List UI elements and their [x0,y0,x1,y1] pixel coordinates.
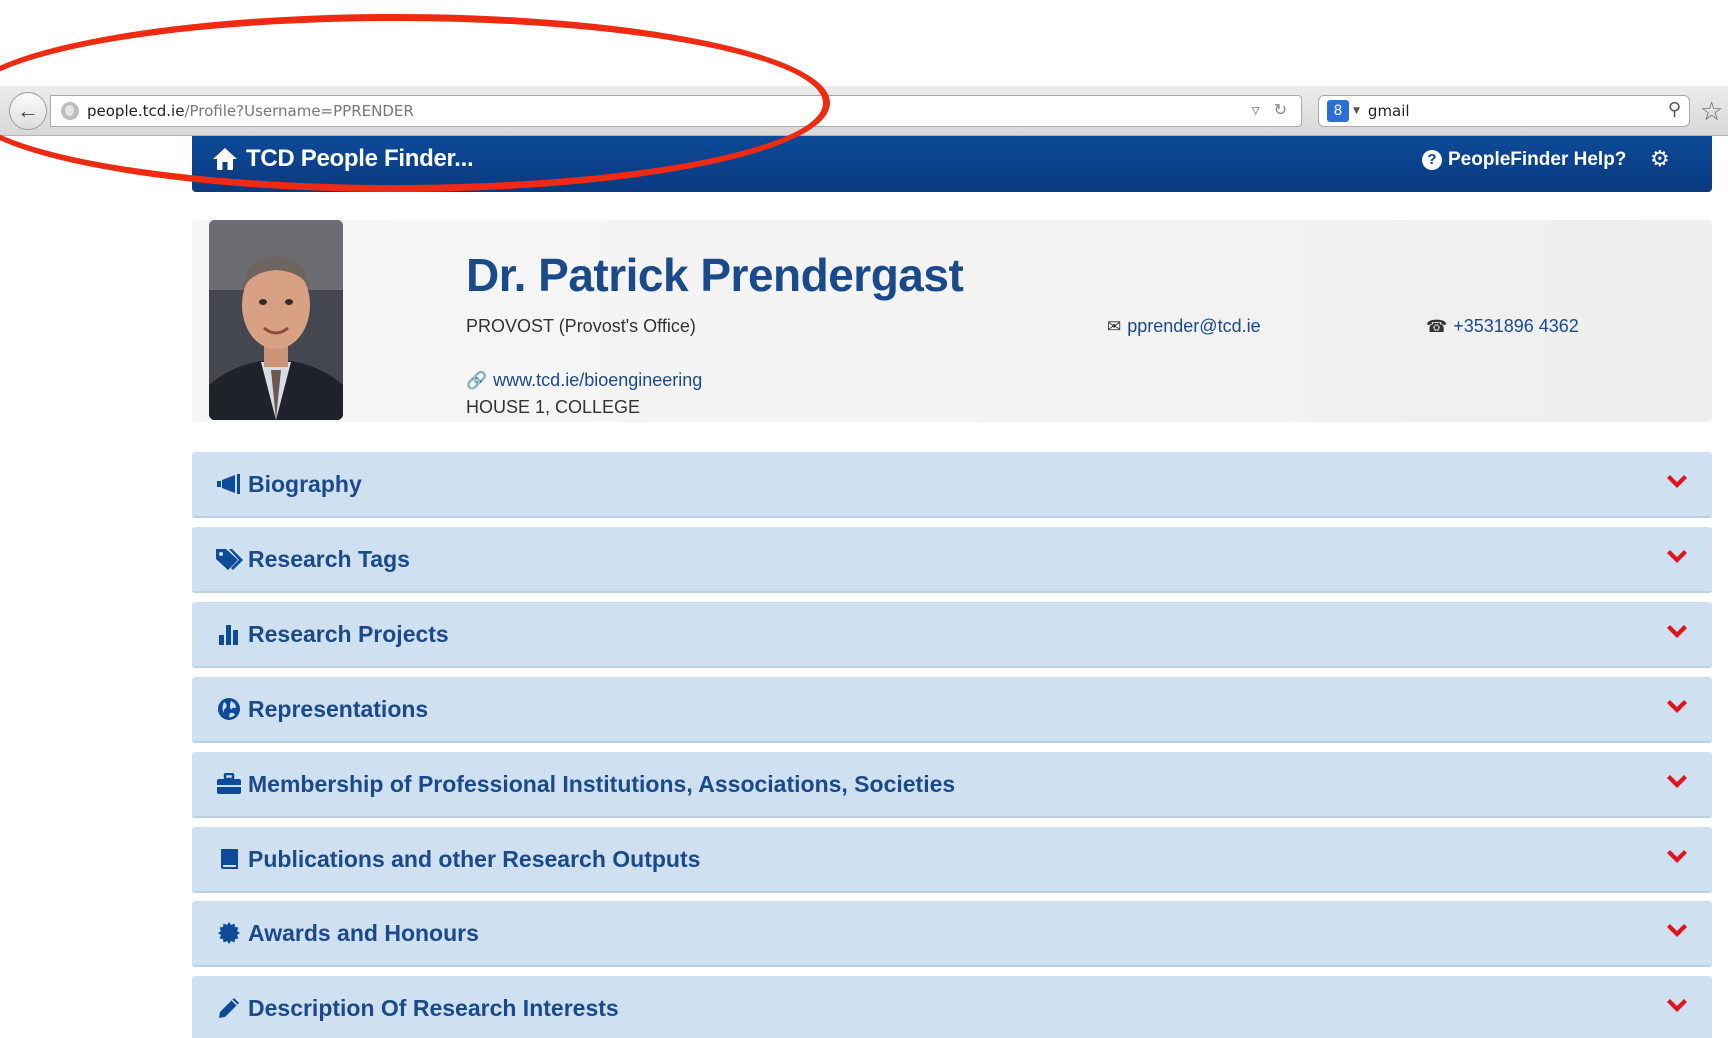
profile-card: Dr. Patrick Prendergast PROVOST (Provost… [192,220,1712,422]
book-icon [214,847,244,871]
bookmark-star-icon[interactable]: ☆ [1700,96,1723,127]
globe-icon [214,697,244,721]
section-research-projects[interactable]: Research Projects [192,602,1712,668]
reload-icon[interactable]: ↻ [1274,100,1287,119]
email-text: pprender@tcd.ie [1127,316,1261,336]
section-title: Representations [248,695,429,722]
chevron-down-icon[interactable] [1664,994,1690,1020]
site-navbar: TCD People Finder... ? PeopleFinder Help… [192,136,1712,192]
search-input[interactable]: 8 ▼ gmail ⚲ [1318,95,1690,127]
engine-dropdown-icon[interactable]: ▼ [1353,106,1360,116]
help-label: PeopleFinder Help? [1448,149,1627,170]
phone-icon: ☎ [1426,316,1448,336]
profile-photo [209,220,343,420]
search-icon[interactable]: ⚲ [1668,99,1681,120]
profile-name: Dr. Patrick Prendergast [466,249,964,301]
section-title: Publications and other Research Outputs [248,845,701,872]
section-representations[interactable]: Representations [192,677,1712,743]
website-text: www.tcd.ie/bioengineering [493,370,703,390]
dropdown-triangle-icon[interactable]: ▿ [1252,100,1260,119]
section-title: Membership of Professional Institutions,… [248,770,956,797]
section-research-interests[interactable]: Description Of Research Interests [192,976,1712,1038]
chevron-down-icon[interactable] [1664,845,1690,871]
link-icon: 🔗 [466,370,488,390]
search-engine-icon[interactable]: 8 [1327,100,1349,122]
search-value: gmail [1367,102,1410,120]
section-title: Research Projects [248,620,449,647]
email-link[interactable]: ✉ pprender@tcd.ie [1107,316,1261,337]
help-link[interactable]: ? PeopleFinder Help? [1422,149,1626,171]
gear-icon[interactable]: ⚙ [1650,146,1670,172]
section-biography[interactable]: Biography [192,452,1712,518]
pencil-icon [214,996,244,1020]
back-arrow-icon: ← [17,98,39,123]
section-awards[interactable]: Awards and Honours [192,901,1712,967]
section-title: Research Tags [248,545,410,572]
profile-address: HOUSE 1, COLLEGE [466,397,641,417]
portrait-image [209,220,343,420]
question-circle-icon: ? [1422,150,1442,170]
home-icon [213,148,237,170]
section-title: Description Of Research Interests [248,994,619,1021]
briefcase-icon [214,773,244,795]
url-host: people.tcd.ie [87,102,185,120]
address-bar[interactable]: people.tcd.ie/Profile?Username=PPRENDER … [50,95,1302,127]
brand-link[interactable]: TCD People Finder... [212,145,474,173]
section-publications[interactable]: Publications and other Research Outputs [192,827,1712,893]
chevron-down-icon[interactable] [1664,470,1690,496]
section-research-tags[interactable]: Research Tags [192,527,1712,593]
phone-text: +3531896 4362 [1453,316,1579,336]
tags-icon [214,547,244,571]
chevron-down-icon[interactable] [1664,545,1690,571]
phone-link[interactable]: ☎ +3531896 4362 [1426,316,1579,337]
back-button[interactable]: ← [9,92,47,130]
section-title: Biography [248,470,362,497]
site-globe-icon [61,102,79,120]
certificate-icon [214,921,244,945]
envelope-icon: ✉ [1107,316,1122,336]
section-title: Awards and Honours [248,919,479,946]
profile-role: PROVOST (Provost's Office) [466,316,696,336]
section-membership[interactable]: Membership of Professional Institutions,… [192,752,1712,818]
chevron-down-icon[interactable] [1664,919,1690,945]
website-link[interactable]: 🔗 www.tcd.ie/bioengineering [466,370,702,391]
bar-chart-icon [214,623,244,645]
chevron-down-icon[interactable] [1664,770,1690,796]
megaphone-icon [214,473,244,495]
chevron-down-icon[interactable] [1664,695,1690,721]
url-path: /Profile?Username=PPRENDER [184,102,414,120]
chevron-down-icon[interactable] [1664,620,1690,646]
brand-title: TCD People Finder... [246,145,474,172]
browser-toolbar: ← people.tcd.ie/Profile?Username=PPRENDE… [0,86,1728,136]
